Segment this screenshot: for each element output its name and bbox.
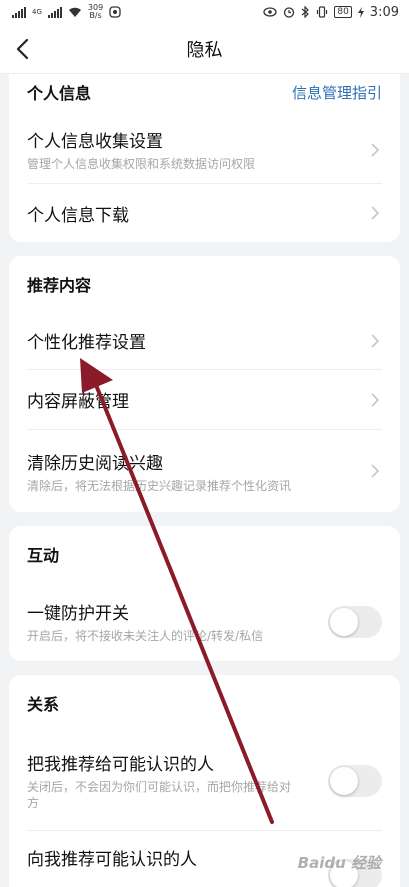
alarm-icon	[284, 7, 295, 18]
row-text: 一键防护开关 开启后，将不接收未关注人的评论/转发/私信	[27, 599, 263, 644]
row-title: 个人信息收集设置	[27, 132, 163, 152]
row-text: 把我推荐给可能认识的人 关闭后，不会因为你们可能认识，而把你推荐给对方	[27, 750, 297, 811]
battery-level: 80	[334, 6, 352, 18]
eye-icon	[263, 7, 277, 17]
vibrate-icon	[317, 6, 328, 18]
row-title: 一键防护开关	[27, 604, 129, 624]
network-speed: 309 B/s	[88, 4, 103, 20]
status-bar: 4G 309 B/s 80 3:09	[0, 0, 409, 24]
recommend-me-toggle[interactable]	[328, 764, 382, 797]
row-text: 个性化推荐设置	[27, 328, 146, 353]
row-personal-info-collection[interactable]: 个人信息收集设置 管理个人信息收集权限和系统数据访问权限	[27, 116, 382, 184]
row-title: 个性化推荐设置	[27, 333, 146, 353]
network-type: 4G	[32, 7, 42, 16]
info-guide-link[interactable]: 信息管理指引	[292, 82, 382, 103]
chevron-right-icon	[368, 461, 382, 481]
page-title: 隐私	[186, 39, 223, 61]
section-title: 推荐内容	[27, 276, 92, 295]
back-button[interactable]	[8, 35, 36, 63]
toggle-knob	[330, 607, 358, 636]
status-right: 80 3:09	[263, 5, 399, 20]
clock: 3:09	[369, 4, 399, 20]
bluetooth-icon	[301, 6, 310, 18]
watermark: Baidu 经验	[297, 854, 381, 872]
row-title: 内容屏蔽管理	[27, 392, 129, 412]
row-title: 向我推荐可能认识的人	[27, 850, 197, 870]
chevron-right-icon	[368, 203, 382, 223]
row-title: 把我推荐给可能认识的人	[27, 755, 214, 775]
row-text: 个人信息收集设置 管理个人信息收集权限和系统数据访问权限	[27, 127, 255, 172]
row-title: 清除历史阅读兴趣	[27, 453, 163, 474]
speed-unit: B/s	[89, 11, 102, 20]
section-header: 个人信息 信息管理指引	[27, 68, 382, 116]
row-content-block-management[interactable]: 内容屏蔽管理	[27, 370, 382, 430]
row-recommend-me-to-others: 把我推荐给可能认识的人 关闭后，不会因为你们可能认识，而把你推荐给对方	[27, 731, 382, 831]
section-header: 互动	[27, 526, 382, 582]
row-subtitle: 清除后，将无法根据历史兴趣记录推荐个性化资讯	[27, 478, 292, 493]
nav-bar: 隐私	[0, 24, 409, 74]
row-clear-reading-interest[interactable]: 清除历史阅读兴趣 清除后，将无法根据历史兴趣记录推荐个性化资讯	[27, 430, 382, 512]
section-header: 推荐内容	[27, 256, 382, 312]
chevron-right-icon	[368, 140, 382, 160]
section-title: 关系	[27, 695, 60, 714]
section-personal-info: 个人信息 信息管理指引 个人信息收集设置 管理个人信息收集权限和系统数据访问权限…	[9, 68, 400, 242]
status-left: 4G 309 B/s	[12, 4, 121, 20]
row-subtitle: 开启后，将不接收未关注人的评论/转发/私信	[27, 629, 264, 643]
row-subtitle: 管理个人信息收集权限和系统数据访问权限	[27, 157, 256, 171]
row-personal-info-download[interactable]: 个人信息下载	[27, 184, 382, 242]
toggle-knob	[330, 766, 358, 795]
protection-toggle[interactable]	[328, 605, 382, 638]
row-title: 个人信息下载	[27, 205, 129, 226]
section-interaction: 互动 一键防护开关 开启后，将不接收未关注人的评论/转发/私信	[9, 526, 400, 661]
row-one-click-protection: 一键防护开关 开启后，将不接收未关注人的评论/转发/私信	[27, 582, 382, 661]
row-text: 个人信息下载	[27, 201, 129, 226]
chevron-right-icon	[368, 331, 382, 351]
section-title: 互动	[27, 546, 60, 565]
app-notification-icon	[109, 6, 121, 18]
row-text: 内容屏蔽管理	[27, 387, 129, 412]
sim1-signal-icon	[12, 6, 26, 18]
row-personalized-recommendation[interactable]: 个性化推荐设置	[27, 312, 382, 370]
wifi-icon	[68, 7, 81, 17]
chevron-right-icon	[368, 390, 382, 410]
section-header: 关系	[27, 675, 382, 731]
sim2-signal-icon	[47, 6, 62, 18]
section-recommend-content: 推荐内容 个性化推荐设置 内容屏蔽管理 清除历史阅读兴趣 清除后，将无法根据历史…	[9, 256, 400, 512]
row-text: 向我推荐可能认识的人	[27, 845, 197, 870]
charging-icon	[357, 6, 364, 18]
row-subtitle: 关闭后，不会因为你们可能认识，而把你推荐给对方	[27, 780, 292, 810]
chevron-left-icon	[16, 38, 29, 60]
section-title: 个人信息	[27, 84, 92, 103]
row-text: 清除历史阅读兴趣 清除后，将无法根据历史兴趣记录推荐个性化资讯	[27, 449, 291, 494]
